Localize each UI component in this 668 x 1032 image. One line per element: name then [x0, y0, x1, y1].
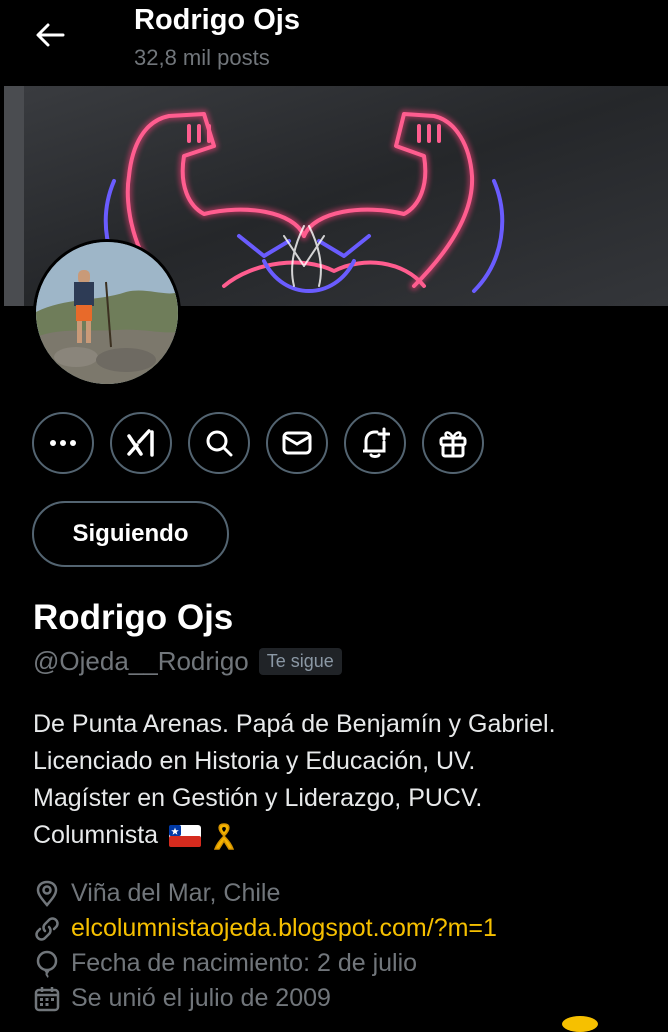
- gift-button[interactable]: [422, 412, 484, 474]
- handle-row: @Ojeda__Rodrigo Te sigue: [33, 646, 342, 677]
- location-row: Viña del Mar, Chile: [33, 876, 497, 911]
- header-post-count: 32,8 mil posts: [134, 45, 270, 70]
- profile-actions: [32, 412, 484, 478]
- calendar-icon: [34, 986, 60, 1011]
- search-button[interactable]: [188, 412, 250, 474]
- arrow-left-icon: [36, 23, 65, 47]
- birthday-row: Fecha de nacimiento: 2 de julio: [33, 946, 497, 981]
- bio-line: De Punta Arenas. Papá de Benjamín y Gabr…: [33, 710, 556, 738]
- mail-icon: [282, 431, 312, 455]
- grok-icon: [127, 429, 154, 457]
- bio-last-line: Columnista: [33, 817, 653, 854]
- website-link[interactable]: elcolumnistaojeda.blogspot.com/?m=1: [71, 914, 497, 943]
- more-button[interactable]: [32, 412, 94, 474]
- birthday-text: Fecha de nacimiento: 2 de julio: [71, 949, 418, 977]
- grok-button[interactable]: [110, 412, 172, 474]
- bio-line: Licenciado en Historia y Educación, UV.: [33, 747, 476, 775]
- follows-you-badge: Te sigue: [258, 648, 342, 675]
- balloon-icon: [36, 950, 58, 978]
- link-icon: [35, 916, 59, 941]
- joined-text: Se unió el julio de 2009: [71, 984, 331, 1012]
- floating-indicator: [562, 1016, 598, 1032]
- gift-icon: [439, 431, 467, 458]
- location-icon: [36, 880, 58, 907]
- avatar[interactable]: [33, 239, 181, 387]
- header-name: Rodrigo Ojs: [134, 4, 300, 36]
- profile-handle: @Ojeda__Rodrigo: [33, 646, 249, 676]
- following-button[interactable]: Siguiendo: [32, 501, 229, 567]
- joined-row: Se unió el julio de 2009: [33, 981, 497, 1016]
- message-button[interactable]: [266, 412, 328, 474]
- top-header: Rodrigo Ojs 32,8 mil posts: [0, 0, 668, 86]
- notifications-button[interactable]: [344, 412, 406, 474]
- profile-name: Rodrigo Ojs: [33, 598, 234, 637]
- search-icon: [206, 430, 233, 457]
- bio-line: Columnista: [33, 821, 159, 849]
- profile-meta: Viña del Mar, Chile elcolumnistaojeda.bl…: [33, 876, 497, 1016]
- bio-line: Magíster en Gestión y Liderazgo, PUCV.: [33, 784, 483, 812]
- ribbon-icon: [213, 823, 235, 851]
- profile-bio: De Punta Arenas. Papá de Benjamín y Gabr…: [33, 706, 653, 854]
- website-row: elcolumnistaojeda.blogspot.com/?m=1: [33, 911, 497, 946]
- location-text: Viña del Mar, Chile: [71, 879, 281, 907]
- back-button[interactable]: [30, 18, 70, 52]
- chile-flag-icon: [169, 825, 202, 848]
- bell-plus-icon: [363, 427, 390, 458]
- more-icon: [50, 440, 76, 446]
